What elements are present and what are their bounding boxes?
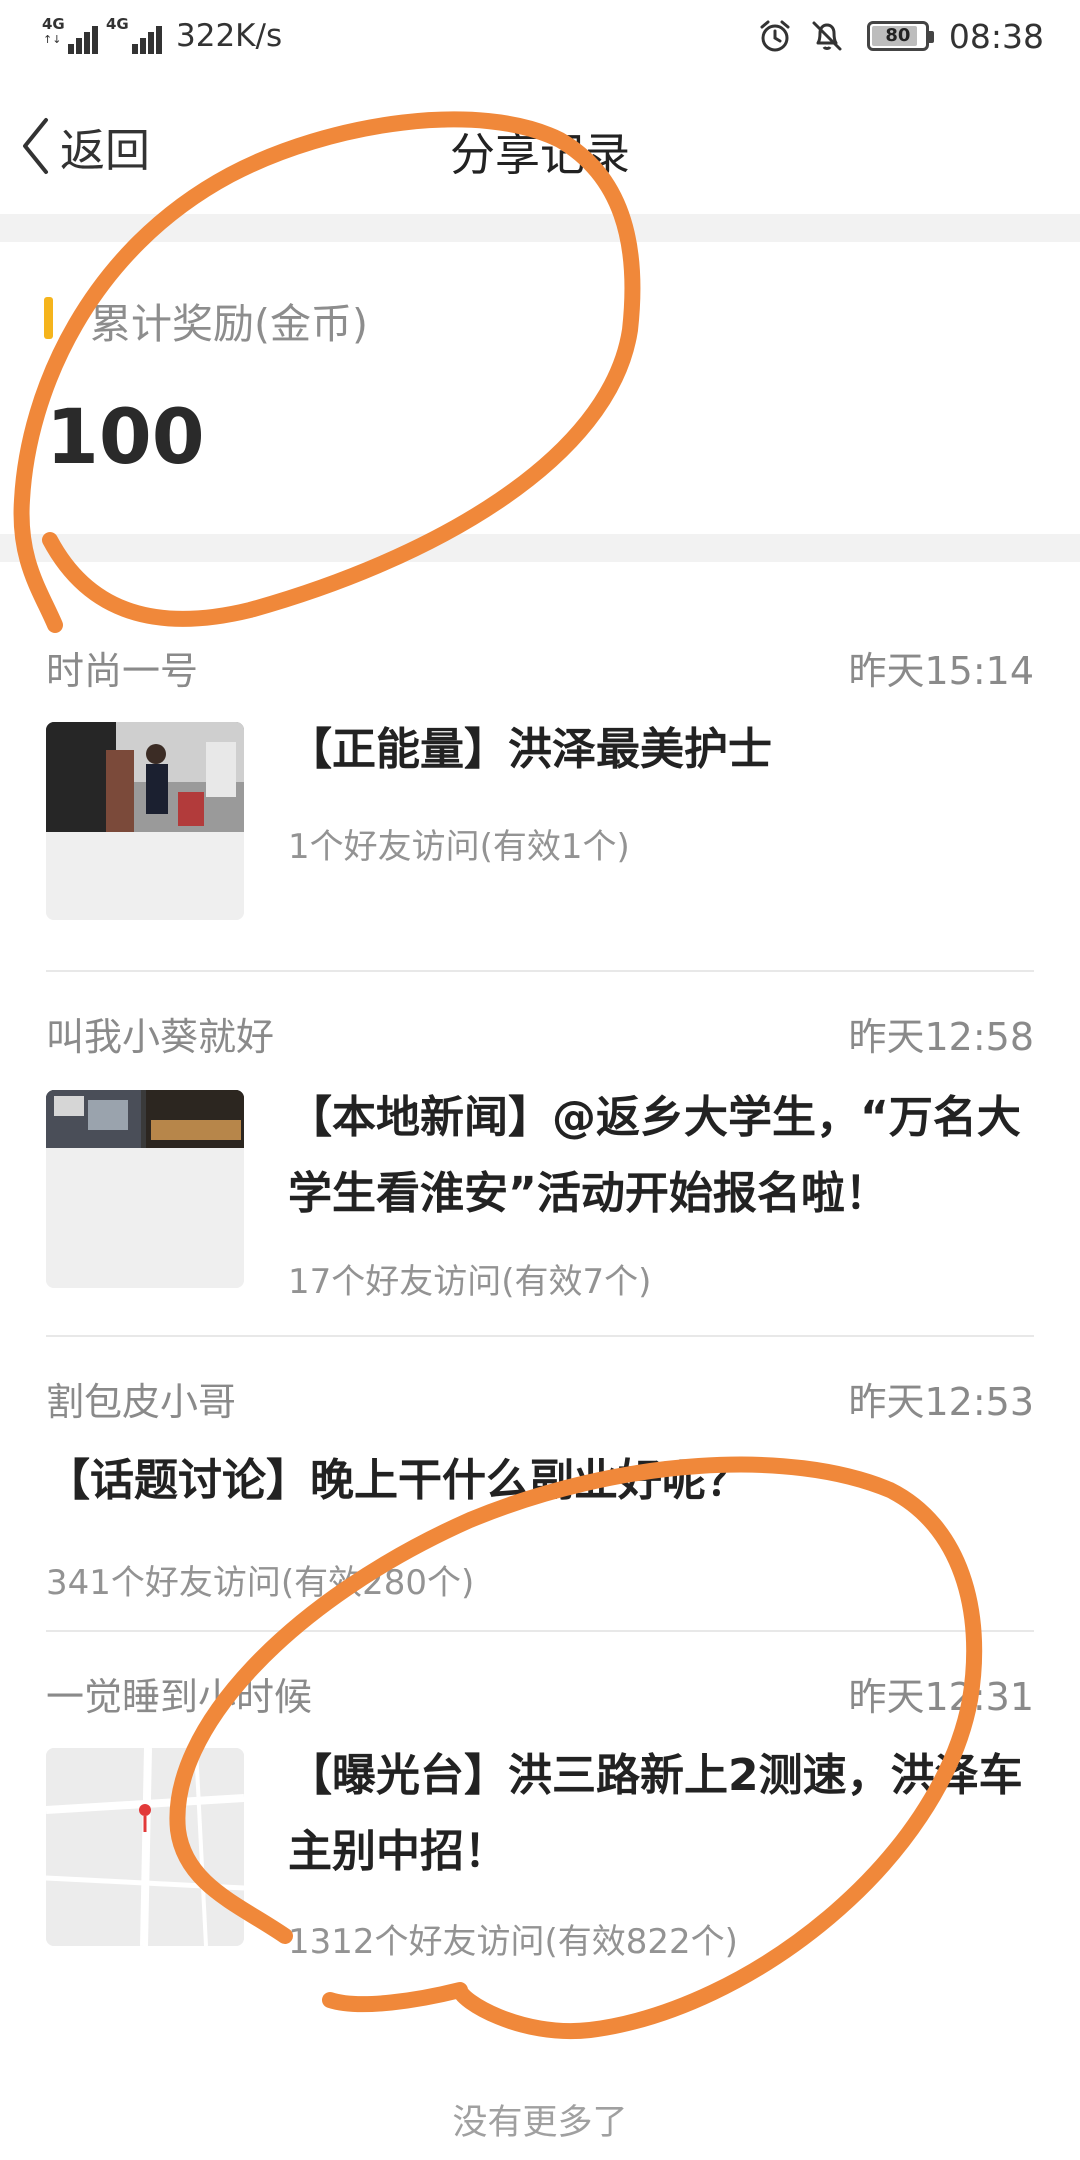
list-item[interactable]: 时尚一号 昨天15:14 【正能量】洪泽最美护士 1个好友访问(有效1个) (0, 562, 1080, 972)
article-title[interactable]: 【话题讨论】晚上干什么副业好呢？ (46, 1443, 1036, 1519)
article-thumbnail (46, 1748, 244, 1946)
status-left: 4G ↑↓ 4G 322K/s (42, 14, 282, 58)
status-right: 80 08:38 (757, 14, 1044, 58)
mute-bell-icon (812, 21, 842, 51)
visit-stats: 1个好友访问(有效1个) (288, 827, 630, 867)
article-thumbnail (46, 1090, 244, 1288)
signal-icon: 4G ↑↓ (42, 16, 98, 56)
visit-stats: 1312个好友访问(有效822个) (288, 1922, 738, 1962)
article-thumbnail (46, 722, 244, 920)
share-user: 时尚一号 (46, 649, 199, 693)
list-item[interactable]: 割包皮小哥 昨天12:53 【话题讨论】晚上干什么副业好呢？ 341个好友访问(… (0, 1337, 1080, 1632)
share-user: 割包皮小哥 (46, 1380, 237, 1424)
alarm-icon (760, 20, 790, 52)
battery-icon: 80 (866, 21, 934, 51)
share-user: 叫我小葵就好 (46, 1015, 275, 1059)
visit-stats: 341个好友访问(有效280个) (46, 1563, 475, 1603)
signal-icon: 4G (106, 16, 162, 56)
page-title: 分享记录 (449, 128, 630, 181)
article-title[interactable]: 【曝光台】洪三路新上2测速，洪泽车主别中招！ (288, 1738, 1044, 1890)
network-speed: 322K/s (176, 18, 283, 54)
section-gap (0, 534, 1080, 562)
end-of-list-note: 没有更多了 (452, 2103, 628, 2143)
reward-value: 100 (46, 392, 205, 481)
status-bar: 4G ↑↓ 4G 322K/s 80 08:38 (0, 0, 1080, 72)
share-user: 一觉睡到小时候 (46, 1675, 313, 1719)
section-marker (44, 297, 53, 339)
reward-summary: 累计奖励(金币) 100 (0, 242, 1080, 534)
share-time: 昨天12:53 (848, 1380, 1034, 1424)
visit-stats: 17个好友访问(有效7个) (288, 1262, 652, 1302)
reward-label: 累计奖励(金币) (90, 300, 368, 348)
list-item[interactable]: 叫我小葵就好 昨天12:58 【本地新闻】@返乡大学生，“万名大学生看淮安”活动… (0, 972, 1080, 1337)
list-item[interactable]: 一觉睡到小时候 昨天12:31 【曝光台】洪三路新上2测速，洪泽车主别中招！ 1… (0, 1632, 1080, 2052)
section-gap (0, 214, 1080, 242)
article-title[interactable]: 【正能量】洪泽最美护士 (288, 712, 1038, 788)
share-time: 昨天15:14 (848, 649, 1034, 693)
status-time: 08:38 (948, 16, 1044, 56)
share-time: 昨天12:31 (848, 1675, 1034, 1719)
share-time: 昨天12:58 (848, 1015, 1034, 1059)
nav-bar: 返回 分享记录 (0, 72, 1080, 214)
article-title[interactable]: 【本地新闻】@返乡大学生，“万名大学生看淮安”活动开始报名啦！ (288, 1080, 1044, 1232)
